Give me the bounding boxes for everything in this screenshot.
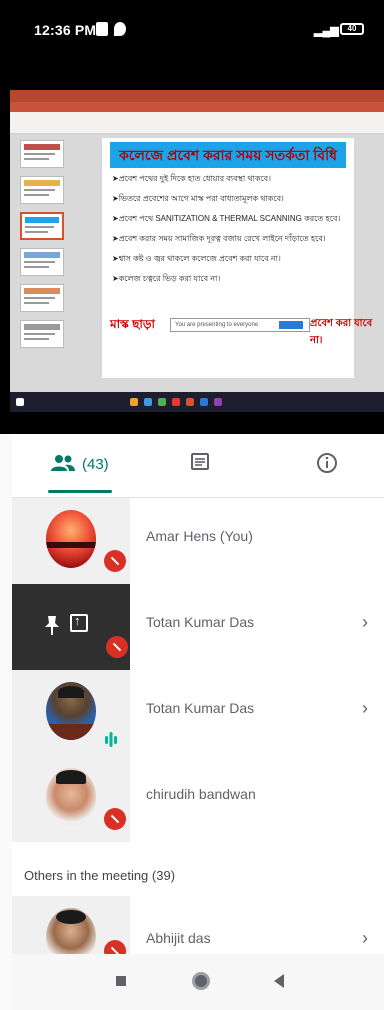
slide-thumbnails <box>14 140 68 388</box>
meeting-tabs: (43) <box>12 434 384 498</box>
others-section-header: Others in the meeting (39) <box>12 846 384 896</box>
home-button[interactable] <box>192 972 210 990</box>
participant-row[interactable]: Totan Kumar Das › <box>12 670 384 756</box>
participant-tile <box>12 756 130 842</box>
speaking-indicator-icon <box>105 732 117 747</box>
slide-title: কলেজে প্রবেশ করার সময় সতর্কতা বিধি <box>110 142 346 168</box>
slide-thumbnail <box>20 284 64 312</box>
mic-off-icon <box>104 940 126 954</box>
taskbar-app-icon <box>158 398 166 406</box>
left-edge <box>0 434 12 1010</box>
recent-apps-button[interactable] <box>116 976 126 986</box>
people-count: (43) <box>82 456 109 473</box>
participant-name: Totan Kumar Das <box>146 700 255 716</box>
avatar <box>46 682 96 740</box>
participant-name: Abhijit das <box>146 930 211 946</box>
participant-name: Amar Hens (You) <box>146 528 253 544</box>
signal-icon: ▂▄▆ <box>314 25 339 37</box>
tab-chat[interactable] <box>186 434 216 494</box>
ppt-workspace: কলেজে প্রবেশ করার সময় সতর্কতা বিধি প্রব… <box>10 134 384 392</box>
slide-footer-left: মাস্ক ছাড়া <box>110 317 155 331</box>
avatar <box>46 768 96 826</box>
windows-taskbar <box>10 392 384 412</box>
taskbar-app-icon <box>186 398 194 406</box>
slide-bullet: প্রবেশ পথে SANITIZATION & THERMAL SCANNI… <box>112 214 344 224</box>
status-time: 12:36 PM <box>34 22 97 38</box>
location-icon <box>114 22 126 36</box>
chevron-right-icon[interactable]: › <box>362 612 368 633</box>
participant-name: chirudih bandwan <box>146 786 256 802</box>
presenting-popup-text: You are presenting to everyone <box>175 322 259 328</box>
mic-off-icon <box>106 636 128 658</box>
participant-row[interactable]: Amar Hens (You) <box>12 498 384 584</box>
taskbar-app-icon <box>214 398 222 406</box>
participant-tile <box>12 498 130 584</box>
battery-icon: 40 <box>340 23 364 35</box>
slide-bullet: ভিতরে প্রবেশের আগে মাস্ক পরা বাধ্যতামূলক… <box>112 194 344 204</box>
taskbar-app-icon <box>144 398 152 406</box>
avatar <box>46 908 96 954</box>
chevron-right-icon[interactable]: › <box>362 928 368 949</box>
slide-bullet: প্রবেশ পথের দুই দিকে হাত ধোয়ার ব্যবস্থা… <box>112 174 344 184</box>
taskbar-app-icon <box>130 398 138 406</box>
presenting-icon <box>70 613 88 632</box>
others-section-label: Others in the meeting (39) <box>24 868 176 883</box>
status-bar: 12:36 PM ▂▄▆ 40 <box>0 0 384 60</box>
presentation-video[interactable]: কলেজে প্রবেশ করার সময় সতর্কতা বিধি প্রব… <box>0 60 384 434</box>
mic-off-icon <box>104 808 126 830</box>
chevron-right-icon[interactable]: › <box>362 698 368 719</box>
stop-presenting-button[interactable] <box>279 321 303 329</box>
slide-footer-right: প্রবেশ করা যাবে না। <box>310 318 373 346</box>
participant-row[interactable]: chirudih bandwan <box>12 756 384 842</box>
active-tab-indicator <box>48 490 112 493</box>
slide-thumbnail <box>20 140 64 168</box>
slide-thumbnail-selected <box>20 212 64 240</box>
mic-off-icon <box>104 550 126 572</box>
slide-bullet: শ্বাস কষ্ট ও জ্বর থাকলে কলেজে প্রবেশ করা… <box>112 254 344 264</box>
people-icon <box>51 455 75 471</box>
participant-tile <box>12 670 130 756</box>
slide-thumbnail <box>20 248 64 276</box>
start-icon <box>16 398 24 406</box>
info-icon <box>317 453 337 473</box>
participants-list: Amar Hens (You) Totan Kumar Das › T <box>12 498 384 842</box>
shared-screen: কলেজে প্রবেশ করার সময় সতর্কতা বিধি প্রব… <box>10 90 384 412</box>
back-button[interactable] <box>274 974 284 988</box>
taskbar-app-icon <box>172 398 180 406</box>
slide-thumbnail <box>20 320 64 348</box>
android-nav-bar <box>12 954 384 1010</box>
chat-icon <box>191 453 209 470</box>
ppt-titlebar <box>10 90 384 102</box>
participant-row[interactable]: Totan Kumar Das › <box>12 584 384 670</box>
slide-bullet: প্রবেশ করার সময় সামাজিক দূরত্ব বজায় রে… <box>112 234 344 244</box>
pin-icon[interactable] <box>42 614 62 636</box>
presenting-popup: You are presenting to everyone <box>170 318 310 332</box>
slide-thumbnail <box>20 176 64 204</box>
participant-tile <box>12 584 130 670</box>
avatar <box>46 510 96 568</box>
ppt-ribbon-tabs <box>10 102 384 112</box>
taskbar-app-icon <box>200 398 208 406</box>
participant-tile <box>12 896 130 954</box>
tab-people[interactable]: (43) <box>42 434 116 494</box>
participant-name: Totan Kumar Das <box>146 614 255 630</box>
tab-info[interactable] <box>312 434 342 494</box>
participant-row[interactable]: Abhijit das › <box>12 896 384 954</box>
notification-icon <box>96 22 108 36</box>
slide-bullet: কলেজ চত্বরে ভিড় করা যাবে না। <box>112 274 344 284</box>
ppt-ribbon <box>10 112 384 134</box>
